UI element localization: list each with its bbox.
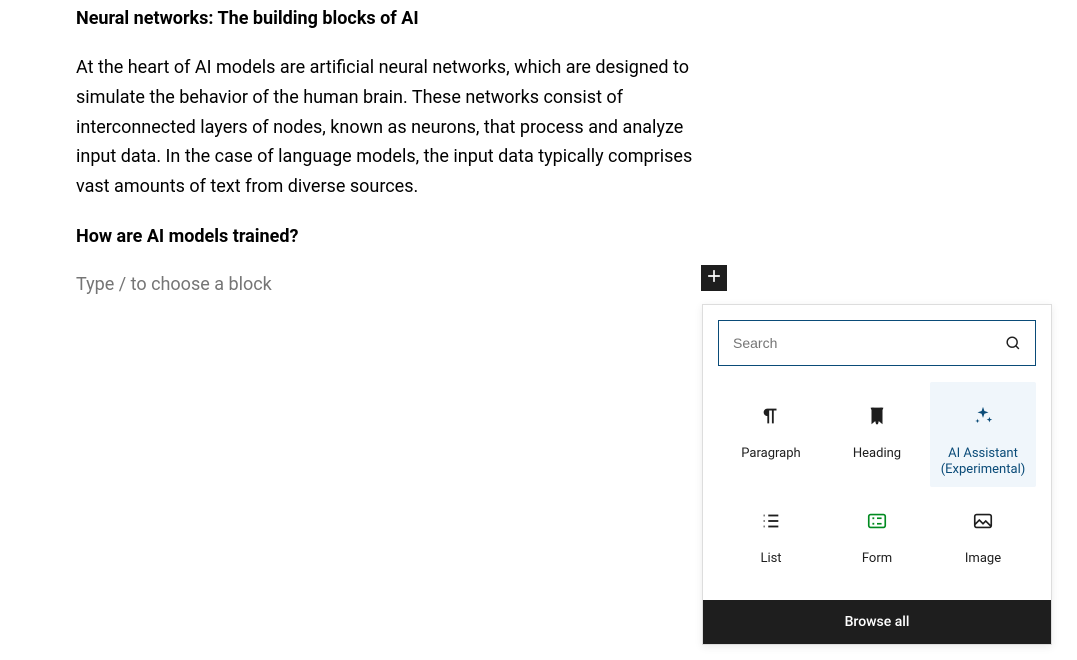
search-input[interactable]	[719, 321, 1035, 365]
heading-neural-networks: Neural networks: The building blocks of …	[76, 6, 720, 31]
block-label: Paragraph	[741, 446, 800, 462]
paragraph-body: At the heart of AI models are artificial…	[76, 53, 696, 201]
block-label: AI Assistant (Experimental)	[941, 446, 1026, 479]
heading-how-trained: How are AI models trained?	[76, 224, 720, 249]
block-inserter-popover: Paragraph Heading AI Assistant (Experime…	[702, 304, 1052, 645]
image-icon	[971, 509, 995, 533]
block-item-paragraph[interactable]: Paragraph	[718, 382, 824, 487]
browse-all-button[interactable]: Browse all	[703, 600, 1051, 644]
block-item-form[interactable]: Form	[824, 487, 930, 592]
search-icon	[1003, 333, 1023, 353]
block-item-image[interactable]: Image	[930, 487, 1036, 592]
block-placeholder[interactable]: Type / to choose a block	[76, 271, 720, 298]
add-block-button[interactable]	[701, 265, 727, 291]
block-item-list[interactable]: List	[718, 487, 824, 592]
plus-icon	[704, 266, 724, 290]
block-label: Image	[965, 551, 1001, 567]
heading-icon	[865, 404, 889, 428]
sparkle-icon	[971, 404, 995, 428]
block-item-heading[interactable]: Heading	[824, 382, 930, 487]
block-item-ai-assistant[interactable]: AI Assistant (Experimental)	[930, 382, 1036, 487]
form-icon	[865, 509, 889, 533]
list-icon	[759, 509, 783, 533]
block-label: List	[760, 551, 781, 567]
block-label: Form	[862, 551, 892, 567]
search-field[interactable]	[718, 320, 1036, 366]
block-label: Heading	[853, 446, 901, 462]
paragraph-icon	[759, 404, 783, 428]
